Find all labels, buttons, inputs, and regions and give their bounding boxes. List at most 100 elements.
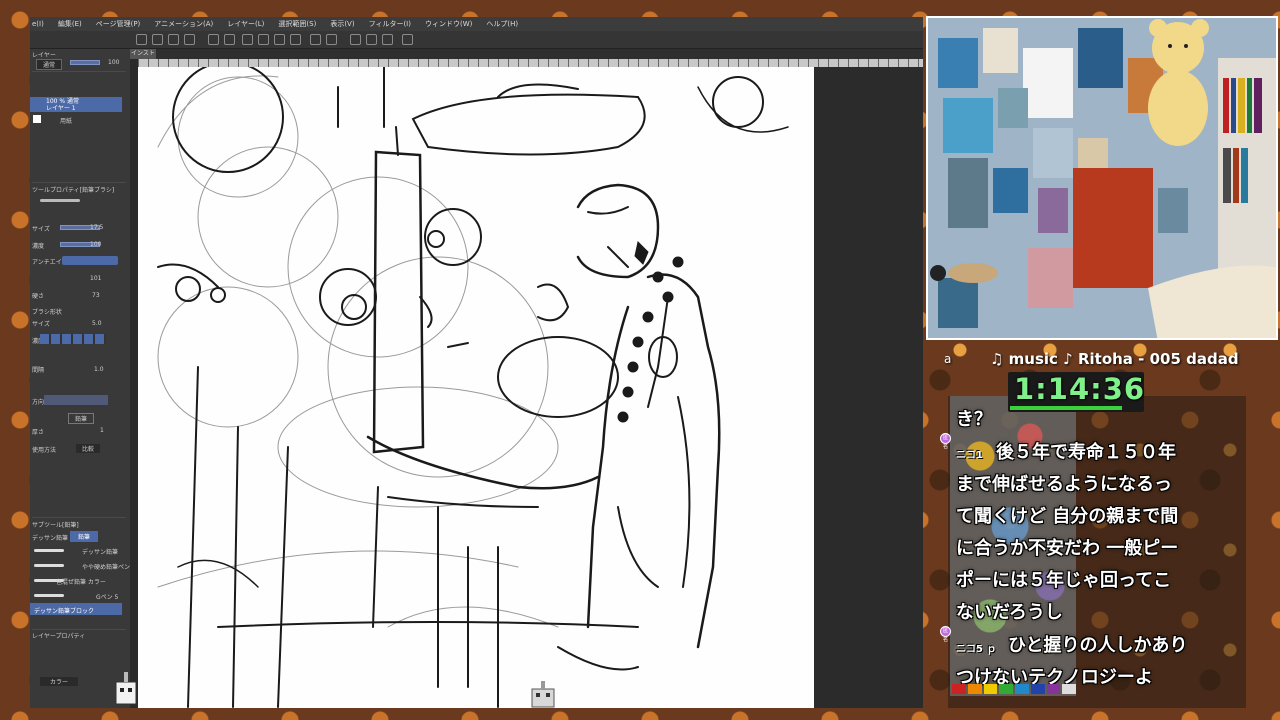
left-panel: レイヤー 通常 100 100 % 通常 レイヤー 1 用紙 ツールプロパティ[… xyxy=(30,49,130,708)
brush-preview xyxy=(40,199,80,202)
layer-panel-header: レイヤー xyxy=(32,52,56,59)
tool-property-header: ツールプロパティ[鉛筆ブラシ] xyxy=(32,187,115,194)
paper-thumbnail xyxy=(33,115,41,123)
chat-line-3: て聞くけど 自分の親まで間 xyxy=(956,506,1179,527)
new-file-icon[interactable] xyxy=(136,34,147,45)
usage-select[interactable]: 比較 xyxy=(76,444,101,453)
paper-layer-label: 用紙 xyxy=(60,118,73,125)
thickness-label: 厚さ xyxy=(32,429,45,436)
save-icon[interactable] xyxy=(168,34,179,45)
palette-swatch xyxy=(1062,684,1076,694)
usage-label: 使用方法 xyxy=(32,447,57,454)
menu-item-file[interactable]: e(I) xyxy=(32,17,44,31)
menu-item-animation[interactable]: アニメーション(A) xyxy=(154,17,213,31)
size-value-2: 5.0 xyxy=(92,320,102,327)
chat-line-2: まで伸ばせるようになるっ xyxy=(956,474,1172,495)
menu-bar: e(I) 編集(E) ページ管理(P) アニメーション(A) レイヤー(L) 選… xyxy=(30,17,923,31)
menu-item-selection[interactable]: 選択範囲(S) xyxy=(278,17,316,31)
open-file-icon[interactable] xyxy=(152,34,163,45)
clip-studio-window: e(I) 編集(E) ページ管理(P) アニメーション(A) レイヤー(L) 選… xyxy=(30,17,923,708)
brush-item-stroke-2 xyxy=(34,564,64,567)
density-label: 濃度 xyxy=(32,243,45,250)
subtool-tab-pencil[interactable]: 鉛筆 xyxy=(70,531,99,542)
chat-username-2: ニコ5 ｐ xyxy=(956,644,997,655)
overlay-label-a: a xyxy=(944,352,952,366)
palette-swatch xyxy=(983,684,998,694)
menu-item-layer[interactable]: レイヤー(L) xyxy=(227,17,264,31)
antialias-selector[interactable] xyxy=(62,256,118,265)
layer-item-label: 100 % 通常 レイヤー 1 xyxy=(46,98,79,112)
webcam-view xyxy=(926,16,1278,340)
density-value: 100 xyxy=(90,241,102,248)
undo-icon[interactable] xyxy=(208,34,219,45)
palette-swatch xyxy=(1030,684,1045,694)
snap-special-icon[interactable] xyxy=(366,34,377,45)
clear-icon[interactable] xyxy=(242,34,253,45)
document-tab[interactable]: インスト* xyxy=(130,49,156,67)
subtool-tab-dessin[interactable]: デッサン鉛筆 xyxy=(32,533,68,542)
menu-item-edit[interactable]: 編集(E) xyxy=(58,17,82,31)
brush-shape-label: ブラシ形状 xyxy=(32,309,62,316)
mascot-left-sprite xyxy=(113,672,139,705)
invert-selection-icon[interactable] xyxy=(326,34,337,45)
palette-swatch xyxy=(1046,684,1061,694)
canvas-area xyxy=(138,67,923,708)
subtool-header: サブツール[鉛筆] xyxy=(32,522,79,529)
menu-item-window[interactable]: ウィンドウ(W) xyxy=(425,17,472,31)
brush-item-2[interactable]: やや硬め鉛筆ペン xyxy=(82,562,130,571)
snap-ruler-icon[interactable] xyxy=(350,34,361,45)
horizontal-ruler xyxy=(138,59,923,67)
brush-size-value: 17.5 xyxy=(90,224,104,231)
direction-label: 方向 xyxy=(32,399,45,406)
crop-icon[interactable] xyxy=(290,34,301,45)
interval-value: 1.0 xyxy=(94,366,104,373)
sketch-drawing xyxy=(157,67,789,708)
interval-label: 間隔 xyxy=(32,367,45,374)
redo-icon[interactable] xyxy=(224,34,235,45)
opacity-value: 100 xyxy=(108,59,120,66)
hardness-label: 硬さ xyxy=(32,293,45,300)
color-mode-select[interactable]: カラー xyxy=(40,677,79,686)
value-73: 73 xyxy=(92,292,100,299)
blend-mode-select[interactable]: 通常 xyxy=(36,59,63,70)
menu-item-page[interactable]: ページ管理(P) xyxy=(96,17,141,31)
direction-selector[interactable] xyxy=(44,395,108,405)
settings-icon[interactable] xyxy=(402,34,413,45)
color-palette-strip xyxy=(952,684,1076,694)
drawing-canvas[interactable] xyxy=(138,67,814,708)
density-grid[interactable] xyxy=(40,334,106,344)
chat-line-7: ひと握りの人しかあり xyxy=(1008,635,1188,656)
fill-icon[interactable] xyxy=(258,34,269,45)
mascot-sprite xyxy=(530,679,556,708)
stream-timer: 1:14:36 xyxy=(1014,372,1146,406)
menu-item-view[interactable]: 表示(V) xyxy=(330,17,354,31)
print-icon[interactable] xyxy=(184,34,195,45)
brush-item-stroke-4 xyxy=(34,594,64,597)
deselect-icon[interactable] xyxy=(310,34,321,45)
pencil-button[interactable]: 鉛筆 xyxy=(68,413,95,424)
command-bar xyxy=(30,31,923,49)
brush-item-5[interactable]: デッサン鉛筆ブロック xyxy=(34,606,94,615)
brush-item-3[interactable]: 色混ぜ鉛筆 カラー xyxy=(56,577,106,586)
palette-swatch xyxy=(1015,684,1029,694)
value-101: 101 xyxy=(90,275,102,282)
palette-swatch xyxy=(952,684,966,694)
snap-grid-icon[interactable] xyxy=(382,34,393,45)
chat-line-6: ないだろうし xyxy=(956,602,1063,623)
chat-username-1: ニコ1 xyxy=(956,450,983,461)
menu-item-help[interactable]: ヘルプ(H) xyxy=(486,17,518,31)
chat-line-0: き？ xyxy=(956,409,992,430)
layer-property-header: レイヤープロパティ xyxy=(32,633,86,640)
chat-line-1: 後５年で寿命１５０年 xyxy=(996,442,1176,463)
chat-badge-2: 匿名 xyxy=(940,626,951,643)
palette-swatch xyxy=(999,684,1013,694)
menu-item-filter[interactable]: フィルター(I) xyxy=(369,17,411,31)
chat-line-4: に合うか不安だわ 一般ピー xyxy=(956,538,1179,559)
panel-divider xyxy=(130,49,138,708)
palette-swatch xyxy=(967,684,982,694)
now-playing-music: ♫ music ♪ Ritoha - 005 dadad xyxy=(990,350,1239,368)
brush-item-4[interactable]: Gペン 5 xyxy=(96,592,118,601)
brush-item-1[interactable]: デッサン鉛筆 xyxy=(82,547,118,556)
transform-icon[interactable] xyxy=(274,34,285,45)
opacity-slider[interactable] xyxy=(70,60,100,65)
